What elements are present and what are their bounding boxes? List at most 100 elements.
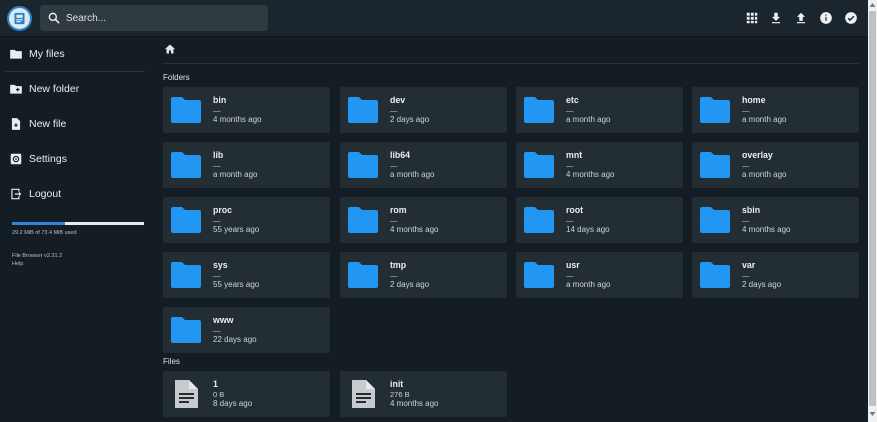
folder-name: var — [742, 260, 756, 270]
scroll-down-arrow-icon[interactable] — [868, 411, 877, 419]
sidebar-item-new-folder[interactable]: New folder — [0, 72, 150, 106]
scroll-up-arrow-icon[interactable] — [868, 2, 877, 10]
folder-card[interactable]: proc —55 years ago — [163, 197, 330, 243]
sidebar-item-label: Logout — [29, 188, 62, 200]
folder-icon — [348, 207, 378, 233]
folder-card[interactable]: mnt —4 months ago — [516, 142, 683, 188]
folder-name: bin — [213, 95, 227, 105]
folder-icon — [171, 317, 201, 343]
folder-icon — [524, 262, 554, 288]
folder-size: — — [742, 271, 750, 280]
sidebar-item-my-files[interactable]: My files — [0, 37, 150, 71]
search-input[interactable] — [66, 12, 246, 24]
folder-name: root — [566, 205, 584, 215]
folder-icon — [524, 152, 554, 178]
folder-card[interactable]: sys —55 years ago — [163, 252, 330, 298]
vertical-scrollbar[interactable] — [868, 0, 877, 422]
select-check-icon[interactable] — [844, 11, 858, 25]
files-heading: Files — [163, 357, 180, 366]
folder-card[interactable]: overlay — a month ago — [692, 142, 859, 188]
help-link[interactable]: Help — [12, 261, 23, 267]
file-size: 276 B — [390, 390, 410, 399]
sidebar-item-label: My files — [29, 48, 65, 60]
folder-card[interactable]: home — a month ago — [692, 87, 859, 133]
folder-modified: 4 months ago — [390, 225, 439, 234]
new-folder-icon — [9, 82, 23, 96]
search-icon — [48, 12, 60, 24]
folder-icon — [524, 207, 554, 233]
folder-card[interactable]: www —22 days ago — [163, 307, 330, 353]
sidebar-item-label: Settings — [29, 153, 67, 165]
folder-modified: a month ago — [566, 280, 611, 289]
folder-icon — [348, 152, 378, 178]
folder-card[interactable]: rom —4 months ago — [340, 197, 507, 243]
folder-modified: 4 months ago — [213, 115, 262, 124]
folder-size: — — [742, 106, 750, 115]
upload-icon[interactable] — [794, 11, 808, 25]
file-card[interactable]: 10 B8 days ago — [163, 371, 330, 417]
folder-modified: 2 days ago — [742, 280, 782, 289]
folder-icon — [700, 97, 730, 123]
grid-view-icon[interactable] — [745, 11, 759, 25]
file-browser-logo-icon — [14, 12, 25, 25]
folder-card[interactable]: etc — a month ago — [516, 87, 683, 133]
folder-name: mnt — [566, 150, 583, 160]
folder-modified: a month ago — [742, 115, 787, 124]
folder-modified: 22 days ago — [213, 335, 257, 344]
folder-icon — [348, 97, 378, 123]
sidebar-item-logout[interactable]: Logout — [0, 177, 150, 211]
folder-name: home — [742, 95, 766, 105]
folder-card[interactable]: root —14 days ago — [516, 197, 683, 243]
app-logo[interactable] — [7, 6, 32, 31]
folder-name: dev — [390, 95, 406, 105]
folder-size: — — [390, 161, 398, 170]
info-icon[interactable] — [819, 11, 833, 25]
folder-size: — — [566, 271, 574, 280]
file-document-icon — [352, 380, 375, 408]
folder-size: — — [213, 216, 221, 225]
folder-modified: 55 years ago — [213, 280, 260, 289]
top-bar — [0, 0, 868, 37]
folders-heading: Folders — [163, 73, 190, 82]
storage-usage-text: 29.2 MiB of 73.4 MiB used — [12, 230, 77, 236]
folder-card[interactable]: bin —4 months ago — [163, 87, 330, 133]
folder-icon — [700, 152, 730, 178]
file-card[interactable]: init 276 B4 months ago — [340, 371, 507, 417]
home-icon[interactable] — [164, 43, 176, 55]
folder-name: sbin — [742, 205, 761, 215]
folder-card[interactable]: dev —2 days ago — [340, 87, 507, 133]
folder-size: — — [742, 216, 750, 225]
folder-icon — [171, 207, 201, 233]
folder-modified: 2 days ago — [390, 280, 430, 289]
folder-size: — — [390, 271, 398, 280]
storage-usage-fill — [12, 222, 65, 225]
folder-card[interactable]: lib64— a month ago — [340, 142, 507, 188]
search-box[interactable] — [40, 5, 268, 31]
file-name: 1 — [213, 379, 218, 389]
folder-modified: 55 years ago — [213, 225, 260, 234]
folder-modified: a month ago — [213, 170, 258, 179]
folder-card[interactable]: lib — a month ago — [163, 142, 330, 188]
folder-name: www — [213, 315, 234, 325]
sidebar-item-settings[interactable]: Settings — [0, 142, 150, 176]
folder-size: — — [213, 271, 221, 280]
folder-card[interactable]: usr — a month ago — [516, 252, 683, 298]
download-icon[interactable] — [769, 11, 783, 25]
folder-modified: 14 days ago — [566, 225, 610, 234]
sidebar-item-new-file[interactable]: New file — [0, 107, 150, 141]
logout-icon — [9, 187, 23, 201]
folder-card[interactable]: sbin —4 months ago — [692, 197, 859, 243]
folder-modified: 2 days ago — [390, 115, 430, 124]
folder-card[interactable]: tmp —2 days ago — [340, 252, 507, 298]
folder-icon — [171, 97, 201, 123]
folder-size: — — [213, 326, 221, 335]
folder-modified: 4 months ago — [566, 170, 615, 179]
file-modified: 4 months ago — [390, 399, 439, 408]
folder-modified: a month ago — [742, 170, 787, 179]
scrollbar-thumb[interactable] — [869, 11, 876, 406]
folder-size: — — [566, 216, 574, 225]
folder-name: sys — [213, 260, 228, 270]
sidebar-item-label: New file — [29, 118, 67, 130]
folder-card[interactable]: var —2 days ago — [692, 252, 859, 298]
folder-name: usr — [566, 260, 580, 270]
